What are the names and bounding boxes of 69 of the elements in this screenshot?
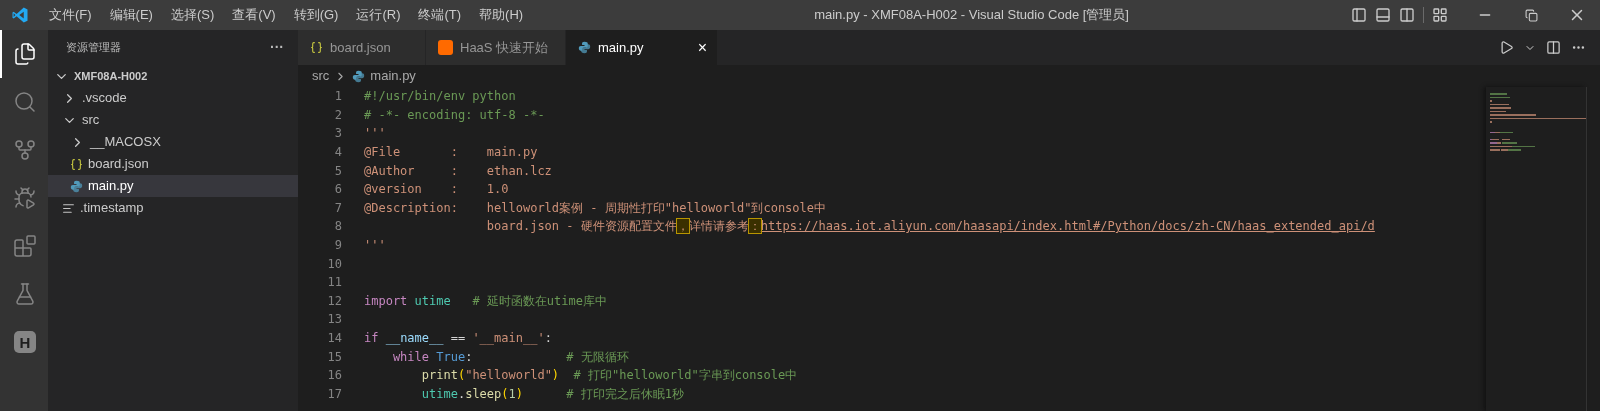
code-line: #!/usr/bin/env python: [364, 88, 516, 106]
code-line: @File : main.py: [364, 144, 538, 162]
tab-close-button[interactable]: ×: [697, 39, 707, 56]
code-line: ''': [364, 237, 386, 255]
menu-item[interactable]: 编辑(E): [100, 5, 162, 25]
layout-icon[interactable]: [1432, 7, 1448, 23]
line-number: 16: [326, 367, 342, 385]
window-title: main.py - XMF08A-H002 - Visual Studio Code [管理员]: [814, 6, 1129, 25]
folder-item[interactable]: XMF08A-H002: [48, 65, 298, 87]
code-line: while True: # 无限循环: [391, 348, 629, 366]
line-number: 15: [326, 348, 342, 366]
editor-tab[interactable]: main.py ×: [566, 30, 718, 65]
python-file-icon: [70, 179, 83, 193]
code-line: @Author : ethan.lcz: [364, 162, 552, 180]
panel-bottom-icon[interactable]: [1375, 7, 1391, 23]
line-number: 1: [333, 88, 342, 106]
menu-item[interactable]: 文件(F): [40, 5, 101, 25]
python-file-icon: [352, 69, 366, 83]
braces-icon: [70, 157, 83, 171]
menu-item[interactable]: 查看(V): [223, 5, 285, 25]
panel-left-icon[interactable]: [1351, 7, 1367, 23]
code-line: ''': [364, 125, 386, 143]
folder-item[interactable]: .vscode: [48, 87, 298, 109]
code-line: # -*- encoding: utf-8 -*-: [364, 106, 545, 124]
line-number: 17: [326, 385, 342, 403]
file-item[interactable]: board.json: [48, 153, 298, 175]
panel-title: 资源管理器: [66, 40, 121, 56]
line-number: 14: [326, 330, 342, 347]
line-number: 11: [326, 274, 342, 292]
code-line: print("helloworld") # 打印"helloworld"字串到console中: [420, 367, 798, 385]
breadcrumb-item[interactable]: main.py: [370, 66, 416, 86]
code-line: if __name__ == '__main__':: [364, 330, 552, 347]
menu-item[interactable]: 终端(T): [409, 5, 471, 25]
split-editor-icon[interactable]: [1546, 40, 1561, 55]
line-number: 7: [333, 199, 342, 217]
line-number: 5: [333, 162, 342, 180]
line-number: 13: [326, 311, 342, 329]
line-number: 3: [333, 125, 342, 143]
panel-right-icon[interactable]: [1399, 7, 1415, 23]
line-number: 8: [333, 218, 342, 236]
more-actions[interactable]: ···: [270, 37, 284, 58]
run-icon[interactable]: [1499, 40, 1514, 55]
folder-item[interactable]: __MACOSX: [48, 131, 298, 153]
menu-item[interactable]: 转到(G): [284, 5, 348, 25]
line-number: 9: [333, 237, 342, 255]
python-file-icon: [578, 41, 591, 54]
line-number: 10: [326, 255, 342, 273]
code-line: import utime # 延时函数在utime库中: [364, 292, 607, 310]
app-logo-icon: [11, 6, 29, 24]
line-number: 6: [333, 181, 342, 199]
file-item[interactable]: main.py: [48, 175, 298, 197]
code-line: @Description: helloworld案例 - 周期性打印"helloworld"到console中: [364, 199, 826, 217]
code-line: board.json - 硬件资源配置文件，详情请参考：https://haas.iot.aliyun.com/haasapi/index.html#/Python/docs/zh-CN/haas_extended_api/d: [485, 218, 1375, 236]
menu-item[interactable]: 帮助(H): [470, 5, 533, 25]
menu-item[interactable]: 选择(S): [161, 5, 224, 25]
menu-item[interactable]: 运行(R): [347, 5, 410, 25]
line-number: 2: [333, 106, 342, 124]
code-line: @version : 1.0: [364, 181, 509, 199]
editor-tab[interactable]: HaaS 快速开始: [426, 30, 566, 65]
editor-tab[interactable]: board.json: [298, 30, 426, 65]
text-lines-icon: [62, 201, 75, 215]
logo-tile-icon: [438, 40, 453, 55]
line-number: 4: [333, 144, 342, 162]
file-item[interactable]: .timestamp: [48, 197, 298, 219]
folder-item[interactable]: src: [48, 109, 298, 131]
braces-icon: [310, 41, 323, 54]
breadcrumb-item[interactable]: src: [312, 66, 330, 86]
code-line: utime.sleep(1) # 打印完之后休眠1秒: [420, 385, 684, 403]
line-number: 12: [326, 292, 342, 310]
